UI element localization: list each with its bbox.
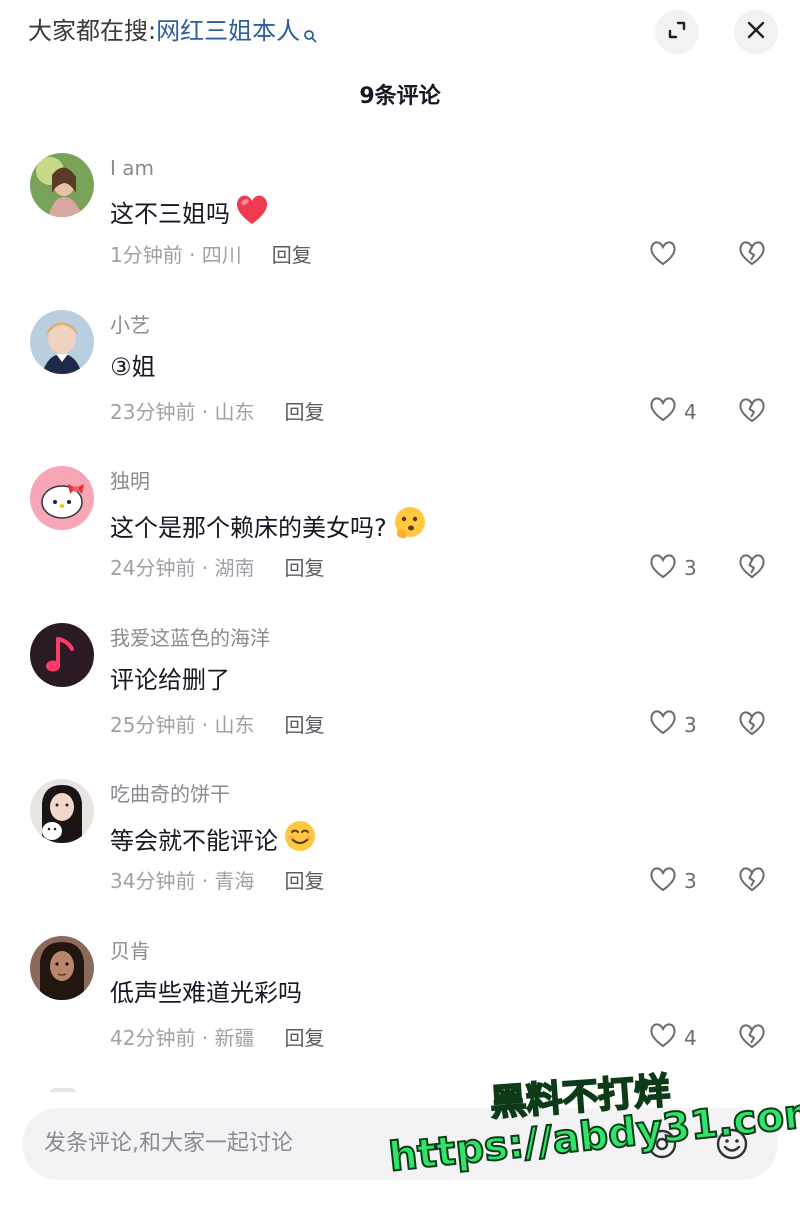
comment-item: 贝肯 低声些难道光彩吗 42分钟前 · 新疆 回复 4 (0, 933, 800, 1090)
comment-input-placeholder: 发条评论,和大家一起讨论 (44, 1131, 293, 1156)
comment-text-body: 等会就不能评论 (110, 827, 278, 855)
comment-text: 低声些难道光彩吗 (110, 975, 302, 1011)
heart-outline-icon (648, 395, 678, 428)
comment-text: 等会就不能评论 (110, 818, 318, 864)
comment-time-location: 42分钟前 · 新疆 (110, 1025, 255, 1050)
comment-text: 这不三姐吗 (110, 192, 270, 236)
comment-text-body: 低声些难道光彩吗 (110, 978, 302, 1007)
avatar[interactable] (30, 466, 94, 530)
like-count: 3 (684, 556, 697, 580)
search-icon (303, 18, 317, 52)
like-button[interactable]: 3 (648, 865, 697, 897)
comment-text: 评论给删了 (110, 662, 230, 698)
heart-outline-icon (648, 239, 678, 272)
like-count: 4 (684, 1025, 697, 1050)
broken-heart-icon (737, 396, 767, 428)
close-icon (745, 19, 767, 45)
dislike-button[interactable] (737, 1022, 767, 1054)
comment-username[interactable]: 我爱这蓝色的海洋 (110, 623, 270, 653)
like-count: 3 (684, 712, 697, 737)
dislike-button[interactable] (737, 552, 767, 584)
reply-button[interactable]: 回复 (285, 713, 325, 737)
heart-outline-icon (648, 552, 678, 585)
comment-meta: 42分钟前 · 新疆 回复 (110, 1022, 325, 1054)
comment-username[interactable]: 独明 (110, 466, 150, 496)
comment-meta: 25分钟前 · 山东 回复 (110, 709, 325, 741)
expand-button[interactable] (655, 10, 699, 54)
comment-text-body: 评论给删了 (110, 665, 230, 694)
dislike-button[interactable] (737, 865, 767, 897)
comment-time-location: 34分钟前 · 青海 (110, 869, 255, 893)
broken-heart-icon (737, 1022, 767, 1054)
reply-button[interactable]: 回复 (272, 243, 312, 267)
smiling-face-icon (282, 818, 318, 864)
like-count: 4 (684, 399, 697, 424)
comment-item: 吃曲奇的饼干 等会就不能评论 34分钟前 · 青海 回复 3 (0, 776, 800, 933)
heart-outline-icon (648, 1021, 678, 1054)
dislike-button[interactable] (737, 396, 767, 428)
comment-time-location: 1分钟前 · 四川 (110, 243, 242, 267)
comment-username[interactable]: 贝肯 (110, 936, 150, 966)
watermark: 黑料不打烊 https://abdy31.com (380, 1068, 800, 1206)
comment-item: I am 这不三姐吗 1分钟前 · 四川 回复 (0, 150, 800, 307)
comment-meta: 23分钟前 · 山东 回复 (110, 396, 325, 428)
reply-button[interactable]: 回复 (285, 556, 325, 580)
top-bar: 大家都在搜:网红三姐本人 (0, 0, 800, 64)
comment-item: 我爱这蓝色的海洋 评论给删了 25分钟前 · 山东 回复 3 (0, 620, 800, 777)
like-button[interactable]: 4 (648, 396, 697, 428)
comment-item: 独明 这个是那个赖床的美女吗? 24分钟前 · 湖南 回复 3 (0, 463, 800, 620)
comment-count-title: 9条评论 (359, 84, 441, 109)
search-prefix: 大家都在搜: (28, 17, 157, 45)
comment-time-location: 25分钟前 · 山东 (110, 712, 255, 737)
like-button[interactable] (648, 239, 678, 271)
search-suggestion[interactable]: 大家都在搜:网红三姐本人 (28, 14, 317, 52)
dislike-button[interactable] (737, 239, 767, 271)
red-heart-icon (234, 192, 270, 236)
comment-text: ③姐 (110, 349, 156, 385)
comment-item: 小艺 ③姐 23分钟前 · 山东 回复 4 (0, 307, 800, 464)
comment-username[interactable]: 小艺 (110, 310, 150, 340)
like-button[interactable]: 3 (648, 709, 697, 741)
comment-list: I am 这不三姐吗 1分钟前 · 四川 回复 小艺 ③姐 23分钟前 · 山东回… (0, 150, 800, 1089)
close-button[interactable] (734, 10, 778, 54)
comment-time-location: 23分钟前 · 山东 (110, 399, 255, 424)
reply-button[interactable]: 回复 (285, 400, 325, 424)
like-button[interactable]: 3 (648, 552, 697, 584)
heart-outline-icon (648, 708, 678, 741)
heart-outline-icon (648, 865, 678, 898)
comment-text-body: 这不三姐吗 (110, 200, 230, 228)
dislike-button[interactable] (737, 709, 767, 741)
search-keyword[interactable]: 网红三姐本人 (156, 17, 300, 45)
comment-text: 这个是那个赖床的美女吗? (110, 505, 429, 551)
broken-heart-icon (737, 239, 767, 271)
comment-time-location: 24分钟前 · 湖南 (110, 556, 255, 580)
comment-username[interactable]: I am (110, 153, 154, 183)
comment-meta: 24分钟前 · 湖南 回复 (110, 552, 325, 584)
expand-icon (666, 19, 688, 45)
reply-button[interactable]: 回复 (285, 1026, 325, 1050)
broken-heart-icon (737, 709, 767, 741)
comment-text-body: 这个是那个赖床的美女吗? (110, 514, 387, 542)
avatar[interactable] (30, 622, 94, 687)
like-count: 3 (684, 869, 697, 893)
avatar[interactable] (30, 309, 94, 374)
broken-heart-icon (737, 552, 767, 584)
avatar[interactable] (30, 779, 94, 843)
like-button[interactable]: 4 (648, 1022, 697, 1054)
avatar[interactable] (30, 935, 94, 1000)
comment-text-body: ③姐 (110, 352, 156, 381)
avatar[interactable] (30, 153, 94, 217)
comment-meta: 1分钟前 · 四川 回复 (110, 239, 312, 271)
broken-heart-icon (737, 865, 767, 897)
thinking-face-icon (391, 505, 429, 551)
reply-button[interactable]: 回复 (285, 869, 325, 893)
comment-meta: 34分钟前 · 青海 回复 (110, 865, 325, 897)
comment-username[interactable]: 吃曲奇的饼干 (110, 779, 230, 809)
